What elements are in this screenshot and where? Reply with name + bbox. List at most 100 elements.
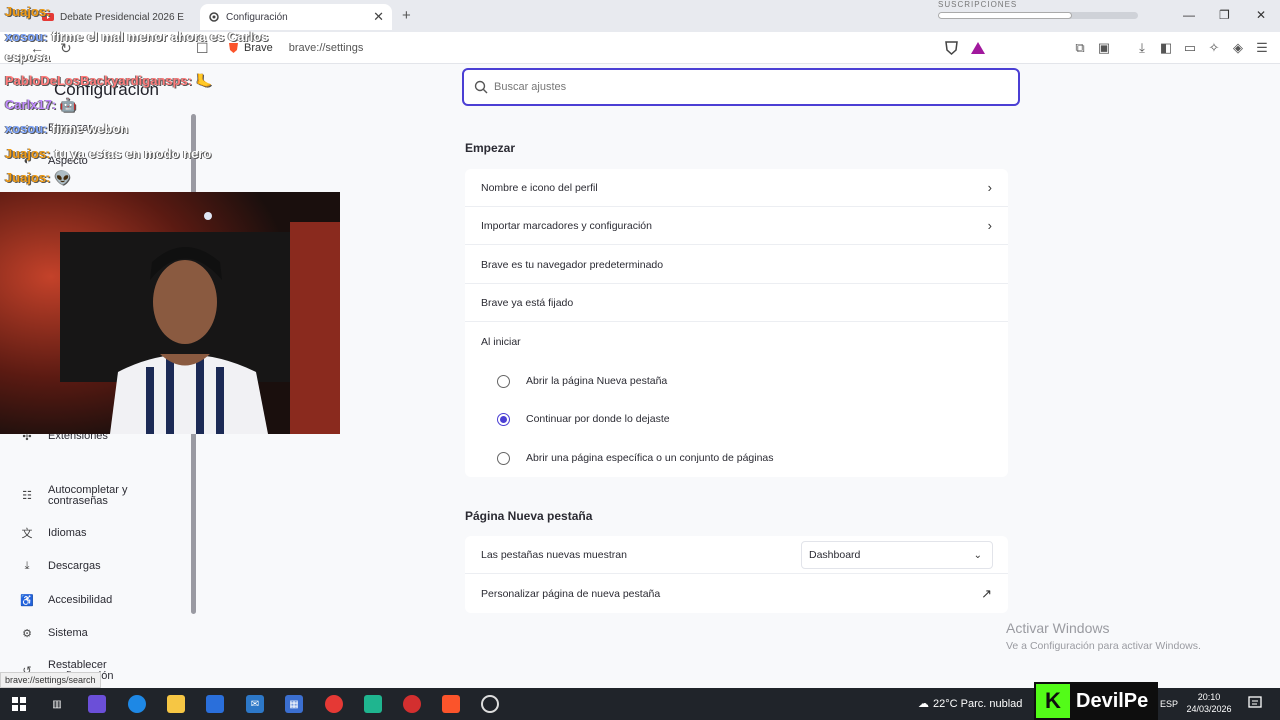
- edge-icon[interactable]: [128, 695, 146, 713]
- empezar-card: Nombre e icono del perfil › Importar mar…: [465, 169, 1008, 477]
- minimize-button[interactable]: —: [1183, 8, 1195, 22]
- wallet-icon[interactable]: ▭: [1183, 40, 1197, 55]
- windows-start-icon[interactable]: [10, 695, 28, 713]
- row-label: Brave es tu navegador predeterminado: [481, 258, 664, 271]
- chat-message: Carlx17: 🤖: [5, 97, 77, 112]
- webcam-image: [0, 192, 340, 434]
- menu-icon[interactable]: ☰: [1255, 40, 1269, 55]
- startup-option-continue[interactable]: Continuar por donde lo dejaste: [465, 400, 1008, 438]
- row-label: Al iniciar: [481, 336, 521, 348]
- sidebar-item-label: Idiomas: [48, 527, 87, 539]
- row-label: Las pestañas nuevas muestran: [481, 548, 627, 561]
- download-icon: ⤓: [24, 559, 30, 572]
- row-label: Importar marcadores y configuración: [481, 219, 652, 232]
- window-close-button[interactable]: ✕: [1256, 8, 1266, 22]
- notification-icon[interactable]: [1248, 696, 1262, 710]
- download-icon[interactable]: ⤓: [1135, 40, 1149, 55]
- store-icon[interactable]: [206, 695, 224, 713]
- obs-icon[interactable]: [481, 695, 499, 713]
- chevron-down-icon: ⌄: [973, 549, 982, 561]
- emote-icon: 🦶: [196, 73, 213, 88]
- sidebar-item-autofill[interactable]: ☷ Autocompletar y contraseñas: [0, 476, 190, 516]
- language-indicator[interactable]: ESP: [1160, 699, 1178, 709]
- calculator-icon[interactable]: ▦: [285, 695, 303, 713]
- settings-search[interactable]: [462, 68, 1020, 106]
- copilot-icon[interactable]: [88, 695, 106, 713]
- chat-message: PabloDeLosBackyardigansps: 🦶: [5, 73, 213, 88]
- section-title-new-tab: Página Nueva pestaña: [465, 509, 593, 523]
- opera-icon[interactable]: [403, 695, 421, 713]
- app-icon[interactable]: [364, 695, 382, 713]
- streamer-name: DevilPe: [1076, 689, 1149, 712]
- kick-logo-icon: K: [1036, 684, 1070, 718]
- startup-option-specific[interactable]: Abrir una página específica o un conjunt…: [465, 439, 1008, 477]
- emote-icon: 🤖: [60, 97, 77, 112]
- settings-main: Empezar Nombre e icono del perfil › Impo…: [200, 64, 1280, 688]
- radio-label: Continuar por donde lo dejaste: [526, 413, 670, 425]
- row-pinned: Brave ya está fijado: [465, 284, 1008, 322]
- radio-label: Abrir una página específica o un conjunt…: [526, 452, 774, 464]
- chat-message: xosou: firme webon: [5, 121, 129, 136]
- sidebar-item-label: Accesibilidad: [48, 594, 113, 606]
- row-profile[interactable]: Nombre e icono del perfil ›: [465, 169, 1008, 207]
- chat-message: xosou: firme el mal menor ahora es Carlos: [5, 29, 269, 44]
- search-input[interactable]: [494, 81, 994, 93]
- watermark-title: Activar Windows: [1006, 620, 1110, 636]
- tab-label: Debate Presidencial 2026 E: [60, 11, 184, 23]
- close-icon[interactable]: ✕: [373, 9, 384, 25]
- translate-icon: 文: [21, 528, 33, 540]
- radio-button[interactable]: [497, 451, 510, 465]
- chevron-right-icon: ›: [987, 218, 992, 233]
- leo-ai-icon[interactable]: ✧: [1207, 40, 1221, 55]
- extensions-icon[interactable]: ⧉: [1073, 40, 1087, 55]
- row-customize-new-tab[interactable]: Personalizar página de nueva pestaña ↗: [465, 575, 1008, 613]
- startup-option-new-tab[interactable]: Abrir la página Nueva pestaña: [465, 362, 1008, 400]
- task-view-icon[interactable]: ▥: [48, 695, 66, 713]
- row-startup: Al iniciar: [465, 323, 1008, 361]
- tab-bar: Debate Presidencial 2026 E Configuración…: [0, 0, 1280, 32]
- kick-streamer-badge: K DevilPe: [1034, 682, 1158, 720]
- sidebar-toggle-icon[interactable]: ◧: [1159, 40, 1173, 55]
- weather-widget[interactable]: ☁ 22°C Parc. nublad: [918, 697, 1022, 711]
- sidebar-item-label: Sistema: [48, 627, 88, 639]
- subs-progress-bar: [938, 12, 1138, 19]
- sidebar-item-descargas[interactable]: ⤓ Descargas: [0, 552, 190, 580]
- radio-button[interactable]: [497, 374, 510, 388]
- brave-rewards-icon[interactable]: [971, 41, 985, 55]
- new-tab-select[interactable]: Dashboard ⌄: [801, 541, 993, 569]
- sidebar-item-idiomas[interactable]: 文 Idiomas: [0, 519, 190, 547]
- row-import[interactable]: Importar marcadores y configuración ›: [465, 207, 1008, 245]
- select-value: Dashboard: [809, 549, 861, 561]
- maximize-button[interactable]: ❐: [1219, 8, 1230, 22]
- new-tab-button[interactable]: +: [402, 7, 411, 24]
- tab-label: Configuración: [226, 11, 288, 23]
- file-explorer-icon[interactable]: [167, 695, 185, 713]
- sidebar-item-label: Descargas: [48, 560, 101, 572]
- row-label: Personalizar página de nueva pestaña: [481, 588, 661, 600]
- tab-settings[interactable]: Configuración ✕: [200, 4, 392, 30]
- section-title-empezar: Empezar: [465, 141, 516, 155]
- chat-message: Juajos:: [5, 4, 51, 19]
- accessibility-icon: ♿: [20, 594, 34, 607]
- tab-debate[interactable]: Debate Presidencial 2026 E: [34, 4, 196, 30]
- tab-search-icon[interactable]: ▣: [1097, 40, 1111, 55]
- brave-icon[interactable]: [442, 695, 460, 713]
- status-bubble: brave://settings/search: [0, 672, 101, 688]
- clock-date: 24/03/2026: [1186, 704, 1232, 714]
- new-tab-card: Las pestañas nuevas muestran Dashboard ⌄…: [465, 536, 1008, 613]
- radio-button-selected[interactable]: [497, 412, 510, 426]
- chrome-icon[interactable]: [325, 695, 343, 713]
- vpn-icon[interactable]: ◈: [1231, 40, 1245, 55]
- chat-message-continued: esposa: [5, 49, 50, 64]
- sidebar-item-sistema[interactable]: ⚙ Sistema: [0, 619, 190, 647]
- chat-message: Juajos: tu ya estas en modo nero: [5, 146, 212, 161]
- watermark-subtitle: Ve a Configuración para activar Windows.: [1006, 640, 1201, 652]
- address-bar[interactable]: Brave brave://settings: [220, 36, 970, 60]
- sidebar-item-accesibilidad[interactable]: ♿ Accesibilidad: [0, 586, 190, 614]
- sidebar-item-label: Autocompletar y contraseñas: [48, 484, 128, 507]
- clock[interactable]: 20:10 24/03/2026: [1184, 691, 1234, 715]
- brave-shields-icon[interactable]: [944, 41, 958, 55]
- mail-icon[interactable]: ✉: [246, 695, 264, 713]
- url-text: brave://settings: [288, 42, 364, 54]
- weather-cloud-icon: ☁: [918, 698, 929, 710]
